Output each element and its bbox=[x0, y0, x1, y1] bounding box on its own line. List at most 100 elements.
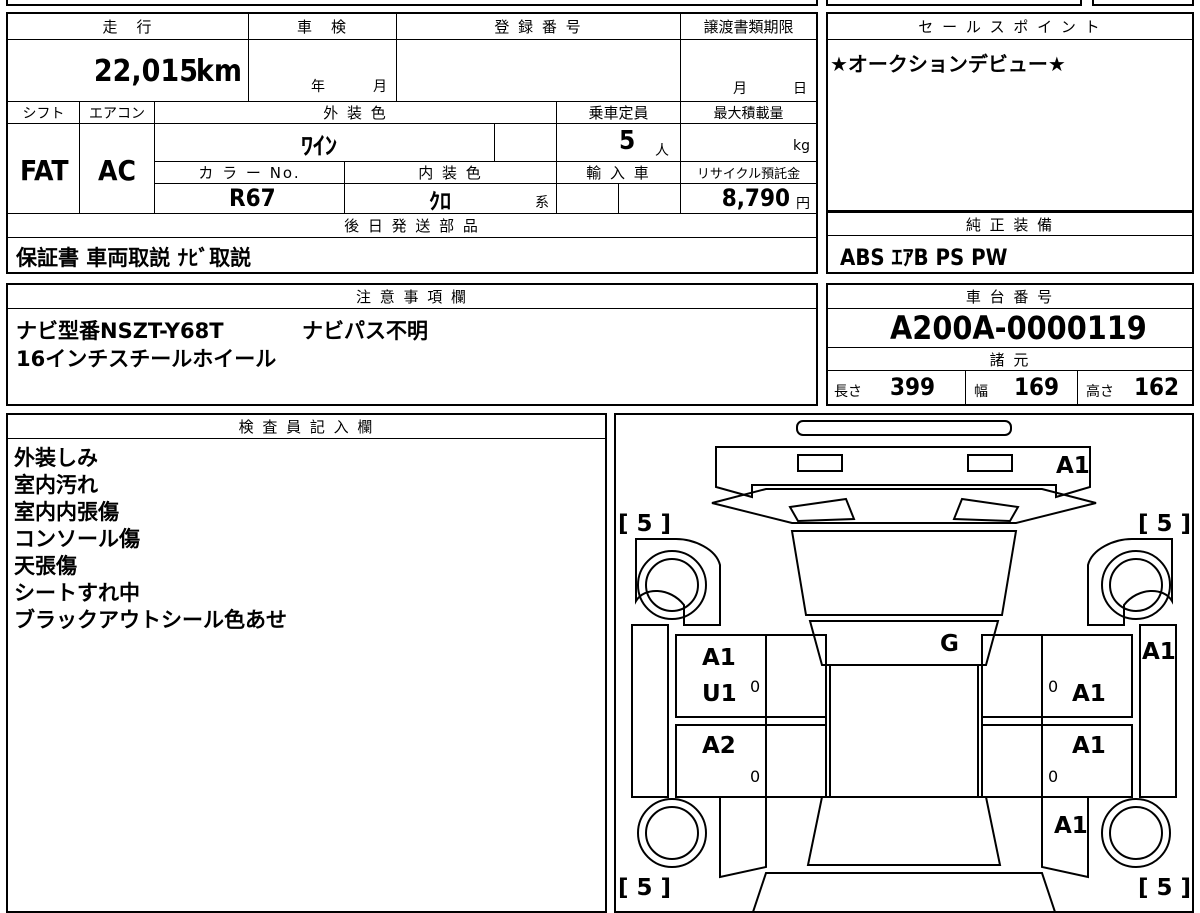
notes-line1a: ナビ型番NSZT-Y68T bbox=[16, 319, 224, 343]
notes-header: 注 意 事 項 欄 bbox=[8, 285, 816, 309]
inspector-item: 天張傷 bbox=[14, 554, 77, 578]
front-bumper-strip bbox=[796, 420, 1012, 436]
recycle-value: 8,790 bbox=[721, 184, 790, 212]
notes-box: 注 意 事 項 欄 ナビ型番NSZT-Y68T ナビパス不明 16インチスチール… bbox=[6, 283, 818, 406]
left-rear-quarter bbox=[719, 796, 767, 879]
mileage-unit: km bbox=[195, 54, 242, 89]
inspector-list: 外装しみ 室内汚れ 室内内張傷 コンソール傷 天張傷 シートすれ中 ブラックアウ… bbox=[14, 445, 287, 634]
spec-width-label: 幅 bbox=[974, 384, 988, 400]
right-front-wheel-inner bbox=[1109, 558, 1163, 612]
right-front-wheel-outer bbox=[1101, 550, 1171, 620]
specs-header: 諸 元 bbox=[828, 347, 1192, 371]
spec-width-value: 169 bbox=[1014, 373, 1060, 401]
color-no-header: カ ラ ー No. bbox=[155, 162, 345, 184]
genuine-equipment-header: 純 正 装 備 bbox=[828, 212, 1192, 236]
registration-cell bbox=[397, 40, 681, 102]
inspector-item: ブラックアウトシール色あせ bbox=[14, 608, 287, 632]
sales-point-header: セ ー ル ス ポ イ ン ト bbox=[828, 14, 1192, 40]
vehicle-info-table: 走 行 車 検 登 録 番 号 譲渡書類期限 22,015 km 年 月 月 日… bbox=[6, 12, 818, 274]
door-zero-mark: 0 bbox=[1048, 677, 1059, 696]
inspector-item: コンソール傷 bbox=[14, 527, 140, 551]
tire-front-left-mark: [ 5 ] bbox=[618, 511, 672, 537]
max-load-cell: kg bbox=[681, 124, 816, 162]
color-no-value: R67 bbox=[229, 184, 276, 212]
inspector-header: 検 査 員 記 入 欄 bbox=[8, 415, 605, 439]
rear-panel bbox=[752, 872, 1056, 911]
recycle-cell: 8,790 円 bbox=[681, 184, 816, 214]
sales-point-box: セ ー ル ス ポ イ ン ト ★オークションデビュー★ bbox=[826, 12, 1194, 212]
spec-length-label: 長さ bbox=[834, 384, 862, 400]
spec-height-cell: 高さ 162 bbox=[1078, 371, 1192, 404]
shift-header: シフト bbox=[8, 102, 80, 124]
interior-color-value: ｸﾛ bbox=[429, 190, 452, 215]
capacity-header: 乗車定員 bbox=[557, 102, 681, 124]
inspection-year-unit: 年 bbox=[311, 79, 325, 95]
right-front-door-mark: A1 bbox=[1072, 681, 1106, 707]
max-load-unit: kg bbox=[793, 138, 810, 154]
spec-length-value: 399 bbox=[890, 373, 936, 401]
capacity-value: 5 bbox=[619, 126, 636, 156]
mileage-value: 22,015 bbox=[93, 54, 198, 89]
left-rear-wheel-outer bbox=[637, 798, 707, 868]
exterior-color-header: 外 装 色 bbox=[155, 102, 557, 124]
interior-color-header: 内 装 色 bbox=[345, 162, 557, 184]
right-rear-door-mark: A1 bbox=[1072, 733, 1106, 759]
left-side-sill bbox=[631, 624, 669, 798]
max-load-header: 最大積載量 bbox=[681, 102, 816, 124]
front-bumper-mark: A1 bbox=[1056, 453, 1090, 479]
left-front-wheel-outer bbox=[637, 550, 707, 620]
right-rear-wheel-inner bbox=[1109, 806, 1163, 860]
windshield-mark: G bbox=[940, 631, 959, 657]
left-front-door bbox=[675, 634, 827, 718]
inspector-box: 検 査 員 記 入 欄 外装しみ 室内汚れ 室内内張傷 コンソール傷 天張傷 シ… bbox=[6, 413, 607, 913]
headlight-right bbox=[967, 454, 1013, 472]
tire-rear-right-mark: [ 5 ] bbox=[1138, 875, 1192, 901]
chassis-value: A200A-0000119 bbox=[890, 309, 1147, 347]
recycle-header: リサイクル預託金 bbox=[681, 162, 816, 184]
notes-line1b: ナビパス不明 bbox=[302, 319, 428, 343]
door-zero-mark: 0 bbox=[1048, 767, 1059, 786]
exterior-color-cell: ﾜｲﾝ bbox=[155, 124, 495, 162]
sales-point-value: ★オークションデビュー★ bbox=[830, 52, 1066, 76]
inspector-item: 室内内張傷 bbox=[14, 500, 119, 524]
aircon-cell: AC bbox=[80, 124, 155, 214]
door-zero-mark: 0 bbox=[750, 677, 761, 696]
inspection-month-unit: 月 bbox=[373, 79, 387, 95]
door-zero-mark: 0 bbox=[750, 767, 761, 786]
transfer-deadline-header: 譲渡書類期限 bbox=[681, 14, 816, 40]
inspector-item: 外装しみ bbox=[14, 446, 98, 470]
headlight-left bbox=[797, 454, 843, 472]
inspection-cell: 年 月 bbox=[249, 40, 397, 102]
windshield bbox=[790, 530, 1018, 616]
left-headlamp bbox=[788, 497, 856, 523]
mileage-header: 走 行 bbox=[8, 14, 249, 40]
chassis-header: 車 台 番 号 bbox=[828, 285, 1192, 309]
genuine-equipment-box: 純 正 装 備 ABS ｴｱB PS PW bbox=[826, 212, 1194, 274]
registration-header: 登 録 番 号 bbox=[397, 14, 681, 40]
aircon-value: AC bbox=[98, 154, 136, 187]
top-clipped-strip-right2 bbox=[1092, 0, 1194, 6]
spec-height-label: 高さ bbox=[1086, 384, 1114, 400]
transfer-month-unit: 月 bbox=[733, 81, 747, 97]
roof-main bbox=[829, 664, 979, 798]
import-cell-b bbox=[619, 184, 681, 214]
inspector-item: シートすれ中 bbox=[14, 581, 140, 605]
chassis-box: 車 台 番 号 A200A-0000119 諸 元 長さ 399 幅 169 高… bbox=[826, 283, 1194, 406]
right-rear-door bbox=[981, 724, 1133, 798]
right-rear-wheel-outer bbox=[1101, 798, 1171, 868]
left-front-door-mark-2: U1 bbox=[702, 681, 737, 707]
interior-color-unit: 系 bbox=[535, 195, 549, 211]
rear-window bbox=[806, 796, 1002, 866]
transfer-day-unit: 日 bbox=[793, 81, 807, 97]
top-clipped-strip bbox=[6, 0, 818, 6]
notes-line2: 16インチスチールホイール bbox=[16, 347, 277, 371]
genuine-equipment-value: ABS ｴｱB PS PW bbox=[840, 246, 1008, 271]
top-clipped-strip-right bbox=[826, 0, 1082, 6]
right-headlamp bbox=[952, 497, 1020, 523]
left-rear-wheel-inner bbox=[645, 806, 699, 860]
import-header: 輸 入 車 bbox=[557, 162, 681, 184]
spec-width-cell: 幅 169 bbox=[966, 371, 1078, 404]
inspection-header: 車 検 bbox=[249, 14, 397, 40]
left-rear-door-mark: A2 bbox=[702, 733, 736, 759]
shift-cell: FAT bbox=[8, 124, 80, 214]
